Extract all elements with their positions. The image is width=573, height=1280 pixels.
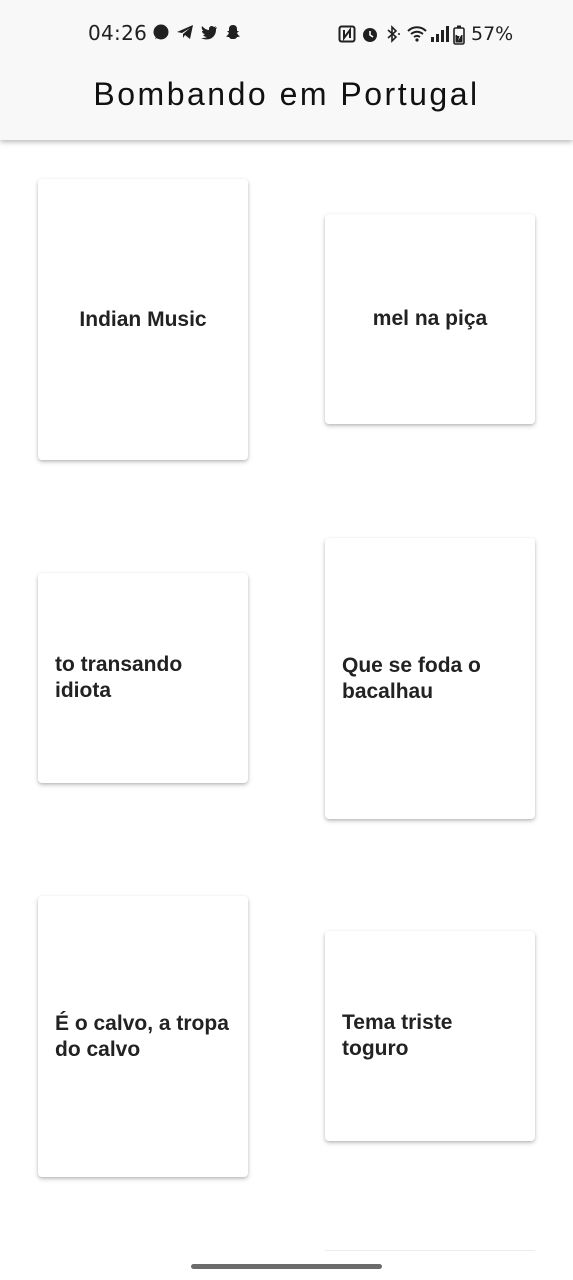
page-title: Bombando em Portugal [93, 76, 480, 112]
song-card[interactable]: to transando idiota [38, 573, 248, 783]
signal-messenger-icon [152, 23, 170, 41]
song-card-label: Indian Music [79, 307, 207, 331]
song-card-label: mel na piça [372, 307, 488, 330]
twitter-icon [200, 23, 218, 41]
telegram-icon [176, 23, 194, 41]
song-card-label: Tema triste toguro [342, 1011, 453, 1060]
bluetooth-icon [384, 25, 402, 43]
nfc-icon [338, 25, 356, 43]
song-card[interactable]: Indian Music [38, 179, 248, 460]
system-icons: 57% [338, 23, 513, 45]
song-card[interactable]: mel na piça [325, 214, 535, 424]
song-card-label: Que se foda o bacalhau [342, 653, 481, 703]
status-time: 04:26 [88, 21, 148, 45]
battery-charging-icon [453, 25, 465, 45]
song-card-label: É o calvo, a tropa do calvo [55, 1011, 229, 1061]
song-card[interactable]: Tema triste toguro [325, 931, 535, 1141]
battery-percentage: 57% [471, 23, 514, 45]
song-card-label: to transando idiota [55, 653, 183, 702]
app-bar: 04:26 57% Bombando em Portugal [0, 0, 573, 140]
cellular-signal-icon [430, 25, 449, 43]
song-card[interactable]: É o calvo, a tropa do calvo [38, 896, 248, 1177]
notification-icons [152, 23, 242, 41]
home-indicator[interactable] [191, 1264, 382, 1269]
wifi-icon [407, 25, 427, 43]
snapchat-icon [224, 23, 242, 41]
alarm-icon [361, 25, 379, 43]
song-card[interactable]: Que se foda o bacalhau [325, 538, 535, 819]
status-bar: 04:26 57% [0, 14, 573, 54]
